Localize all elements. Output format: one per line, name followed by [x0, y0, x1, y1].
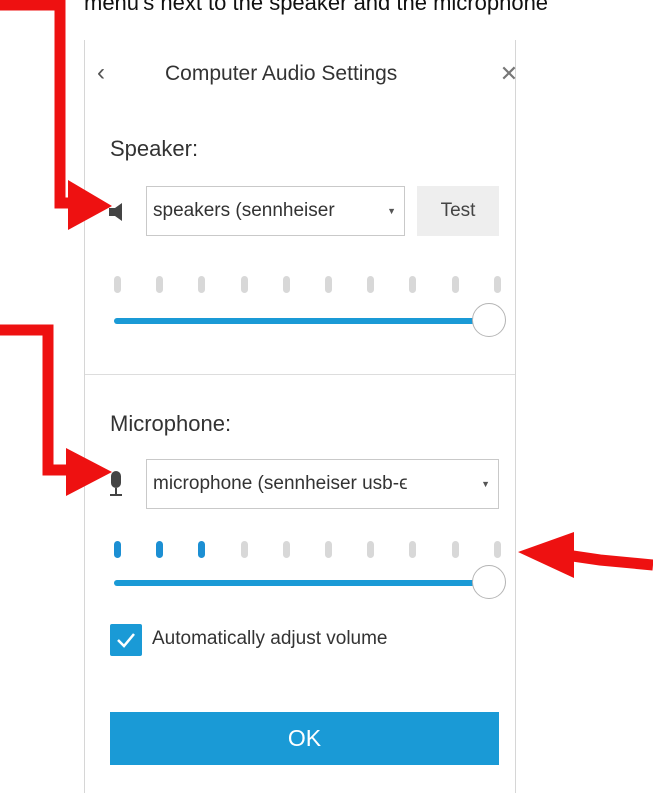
annotation-arrow-microphone — [0, 324, 112, 496]
annotation-arrow-level-meter — [518, 532, 653, 578]
annotation-arrows — [0, 0, 653, 578]
annotation-arrow-speaker — [0, 0, 112, 230]
